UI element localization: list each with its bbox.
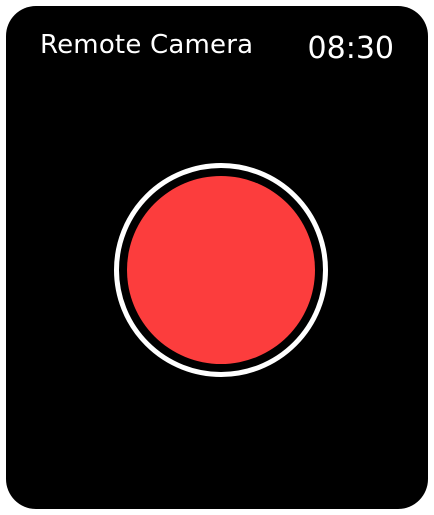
- clock-time: 08:30: [307, 31, 394, 66]
- app-title: Remote Camera: [40, 30, 254, 60]
- shutter-button[interactable]: [114, 163, 328, 377]
- watch-screen: Remote Camera 08:30: [6, 6, 428, 509]
- record-button-icon: [127, 176, 315, 364]
- status-bar: Remote Camera 08:30: [6, 6, 428, 86]
